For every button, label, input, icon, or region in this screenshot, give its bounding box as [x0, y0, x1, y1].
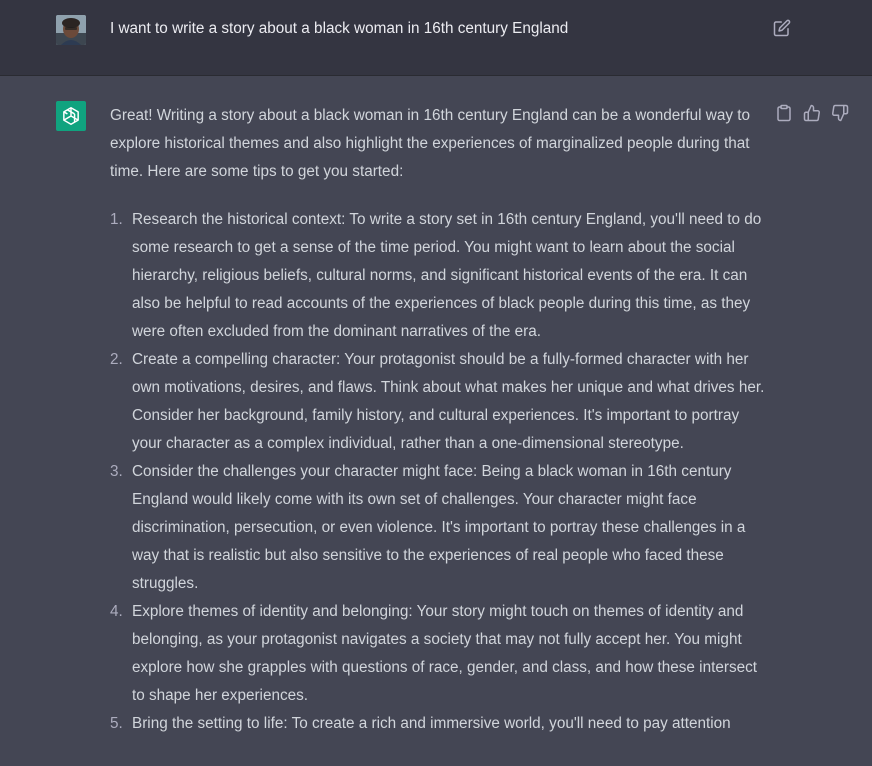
list-item-text: Create a compelling character: Your prot… [132, 351, 765, 452]
message-actions [775, 104, 859, 122]
list-item-text: Bring the setting to life: To create a r… [132, 715, 731, 732]
list-item: 2. Create a compelling character: Your p… [110, 346, 770, 458]
user-message-text: I want to write a story about a black wo… [110, 20, 569, 37]
list-item-number: 3. [110, 463, 123, 480]
list-item-number: 5. [110, 715, 123, 732]
list-item-number: 4. [110, 603, 123, 620]
assistant-avatar [56, 101, 86, 131]
assistant-message-row: Great! Writing a story about a black wom… [0, 76, 872, 766]
list-item-text: Research the historical context: To writ… [132, 211, 762, 340]
list-item-number: 1. [110, 211, 123, 228]
list-item: 3. Consider the challenges your characte… [110, 458, 770, 598]
assistant-intro-text: Great! Writing a story about a black wom… [110, 107, 750, 180]
tips-list: 1. Research the historical context: To w… [110, 206, 770, 738]
thumbs-up-icon[interactable] [803, 104, 821, 122]
user-photo-icon [56, 15, 86, 45]
clipboard-icon[interactable] [775, 104, 793, 122]
list-item-text: Consider the challenges your character m… [132, 463, 746, 592]
thumbs-down-icon[interactable] [831, 104, 849, 122]
openai-logo-icon [63, 107, 79, 125]
user-avatar [56, 15, 86, 45]
list-item-number: 2. [110, 351, 123, 368]
edit-icon [773, 19, 791, 37]
list-item: 1. Research the historical context: To w… [110, 206, 770, 346]
list-item: 4. Explore themes of identity and belong… [110, 598, 770, 710]
assistant-message-content: Great! Writing a story about a black wom… [110, 102, 770, 738]
list-item-text: Explore themes of identity and belonging… [132, 603, 757, 704]
user-message-row: I want to write a story about a black wo… [0, 0, 872, 76]
list-item: 5. Bring the setting to life: To create … [110, 710, 770, 738]
edit-message-button[interactable] [773, 19, 791, 37]
